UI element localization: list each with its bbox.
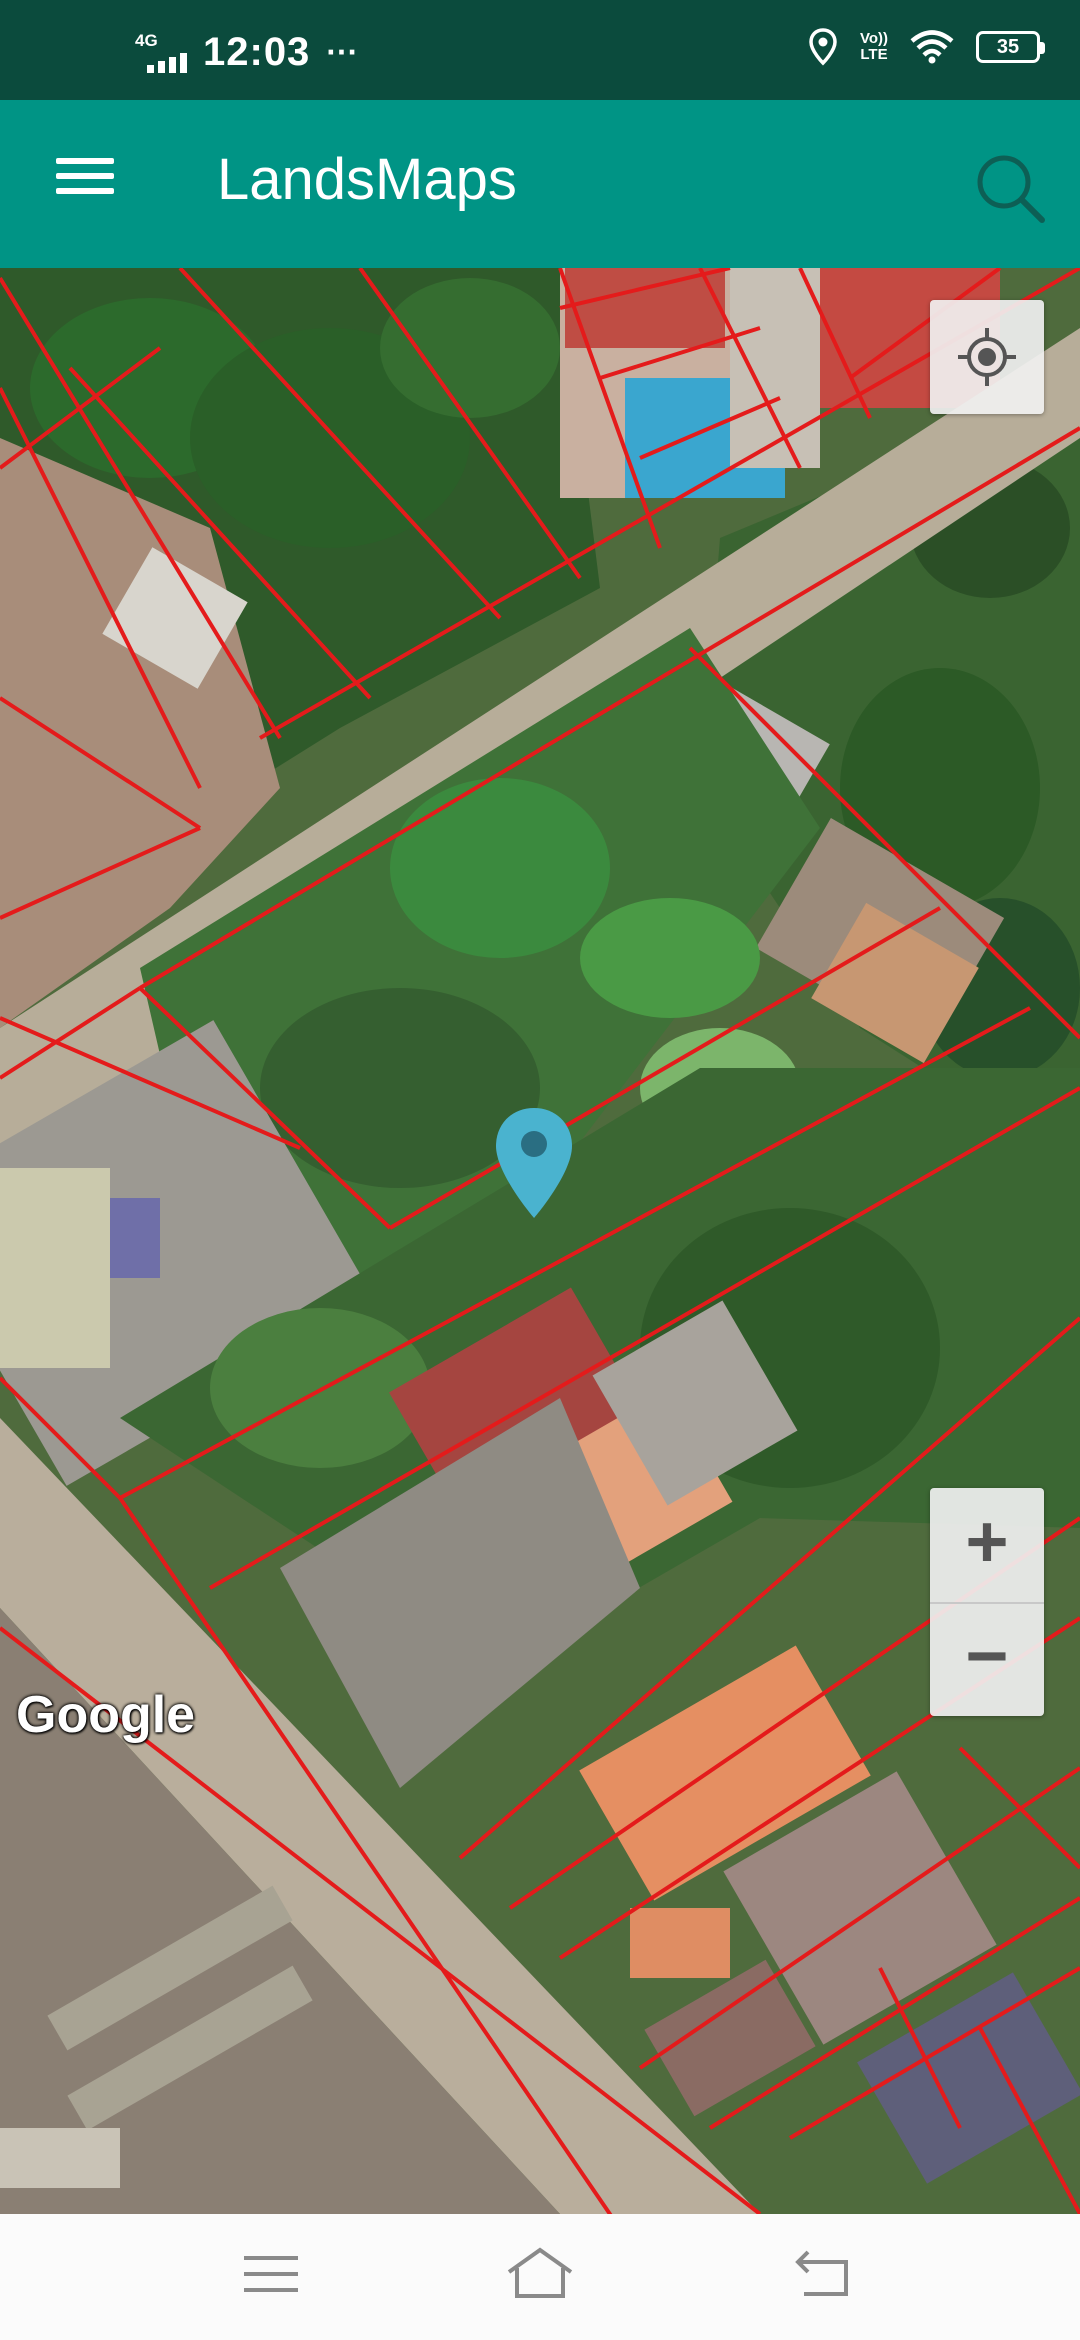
volte-label: Vo))	[859, 30, 888, 47]
battery-icon: 35	[976, 31, 1045, 63]
app-bar: LandsMaps	[0, 100, 1080, 268]
menu-lines-icon[interactable]	[236, 2244, 306, 2304]
system-navigation-bar	[0, 2214, 1080, 2340]
status-bar: 4G 12:03 ··· Vo)) LTE 35	[0, 0, 1080, 100]
network-type: 4G	[135, 30, 158, 50]
my-location-icon	[958, 328, 1016, 386]
zoom-out-button[interactable]: −	[930, 1602, 1044, 1716]
marker-body	[496, 1108, 572, 1218]
signal-icon: 4G	[135, 31, 193, 75]
map-view[interactable]: + − Google	[0, 268, 1080, 2214]
my-location-button[interactable]	[930, 300, 1044, 414]
hamburger-menu-icon[interactable]	[46, 150, 126, 218]
satellite-imagery	[0, 268, 1080, 2214]
zoom-in-button[interactable]: +	[930, 1488, 1044, 1604]
google-logo: Google	[16, 1686, 196, 1744]
home-icon[interactable]	[505, 2244, 575, 2304]
volte-icon: Vo)) LTE	[860, 31, 888, 63]
wifi-icon	[910, 30, 954, 64]
location-pin-icon[interactable]	[492, 1104, 576, 1222]
back-icon[interactable]	[790, 2244, 860, 2304]
clock: 12:03	[203, 30, 311, 74]
search-icon[interactable]	[970, 148, 1050, 228]
lte-label: LTE	[860, 46, 888, 63]
more-notifications-icon: ···	[326, 34, 359, 70]
app-title: LandsMaps	[217, 147, 517, 212]
zoom-controls: + −	[930, 1488, 1044, 1716]
battery-level: 35	[996, 35, 1020, 58]
location-status-icon	[809, 28, 837, 66]
